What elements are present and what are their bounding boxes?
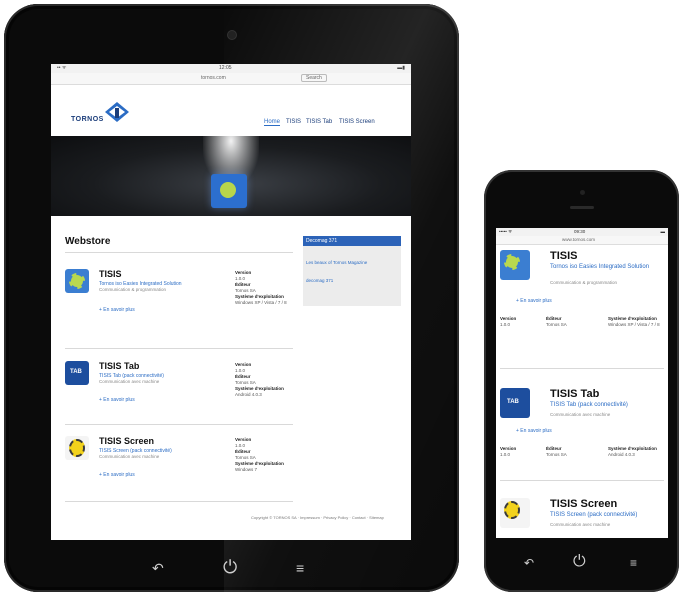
app-name[interactable]: TISIS: [99, 269, 122, 279]
divider: [65, 252, 293, 253]
app-meta-editor: Éditeur Tornos SA: [546, 446, 567, 457]
tablet-screen: •• ᯤ 12:05 ▬▮ tornos.com Search TORNOS H…: [51, 64, 411, 540]
phone-camera: [580, 190, 585, 195]
app-name[interactable]: TISIS: [550, 250, 578, 262]
url-text[interactable]: www.tornos.com: [562, 237, 595, 242]
app-meta: Version 1.0.0 Éditeur Tornos SA Système d'…: [235, 270, 287, 305]
nav-tisis-screen[interactable]: TISIS Screen: [339, 119, 375, 125]
tisis-cube-image: [211, 174, 247, 208]
search-field[interactable]: Search: [301, 74, 327, 82]
app-description: Communication avec machine: [99, 454, 160, 459]
more-info-link[interactable]: + En savoir plus: [516, 298, 552, 304]
sidebar-item[interactable]: Les beaux of Tornos Magazine: [306, 260, 367, 265]
status-signal: •• ᯤ: [57, 65, 67, 71]
logo-text: TORNOS: [71, 116, 104, 123]
more-info-link[interactable]: + En savoir plus: [99, 307, 135, 313]
app-subtitle-link[interactable]: Tornos iso Easies Integrated Solution: [550, 264, 660, 271]
app-meta-editor: Éditeur Tornos SA: [546, 316, 567, 327]
tablet-address-bar[interactable]: tornos.com Search: [51, 73, 411, 85]
tisis-app-icon[interactable]: [65, 269, 89, 293]
divider: [65, 348, 293, 349]
app-meta-version: Version 1.0.0: [500, 316, 517, 327]
app-meta: Version 1.0.0 Éditeur Tornos SA Système d'…: [235, 437, 284, 472]
menu-icon[interactable]: ≡: [296, 560, 304, 576]
more-info-link[interactable]: + En savoir plus: [99, 397, 135, 403]
phone-screen: ••••• ᯤ 09:30 ▬ www.tornos.com TISIS Tor…: [496, 228, 668, 538]
status-time: 12:05: [219, 65, 232, 71]
app-description: Communication & programmation: [99, 287, 167, 292]
power-icon[interactable]: ⏻: [573, 553, 586, 571]
app-meta-version: Version 1.0.0: [500, 446, 517, 457]
app-description: Communication & programmation: [550, 280, 618, 285]
sidebar-header[interactable]: Decomag 371: [303, 236, 401, 246]
divider: [65, 501, 293, 502]
footer-links[interactable]: Copyright © TORNOS SA · Impressum · Priv…: [251, 515, 384, 520]
sidebar-header-label[interactable]: Decomag 371: [306, 238, 337, 244]
more-info-link[interactable]: + En savoir plus: [99, 472, 135, 478]
phone-speaker: [570, 206, 594, 209]
more-info-link[interactable]: + En savoir plus: [516, 428, 552, 434]
divider: [500, 368, 664, 369]
phone-status-bar: ••••• ᯤ 09:30 ▬: [496, 228, 668, 236]
app-name[interactable]: TISIS Tab: [550, 388, 599, 400]
app-name[interactable]: TISIS Screen: [99, 436, 154, 446]
app-subtitle-link[interactable]: TISIS Screen (pack connectivité): [550, 512, 666, 519]
status-time: 09:30: [574, 229, 586, 234]
tablet-camera: [227, 30, 237, 40]
menu-icon[interactable]: ≡: [630, 556, 637, 570]
status-signal: ••••• ᯤ: [499, 229, 513, 234]
app-meta-os: Système d'exploitation Android 4.0.3: [608, 446, 657, 457]
app-description: Communication avec machine: [550, 412, 611, 417]
tab-icon-label: TAB: [507, 399, 519, 405]
url-text[interactable]: tornos.com: [201, 75, 226, 81]
tisis-app-icon[interactable]: [500, 250, 530, 280]
power-icon[interactable]: ⏻: [223, 557, 237, 578]
app-meta-os: Système d'exploitation Windows XP / Vista…: [608, 316, 660, 327]
app-name[interactable]: TISIS Tab: [99, 361, 139, 371]
phone-device: ••••• ᯤ 09:30 ▬ www.tornos.com TISIS Tor…: [484, 170, 679, 592]
tablet-device: •• ᯤ 12:05 ▬▮ tornos.com Search TORNOS H…: [4, 4, 459, 592]
battery-icon: ▬: [660, 229, 666, 234]
page-title: Webstore: [65, 236, 111, 247]
tisis-tab-app-icon[interactable]: TAB: [500, 388, 530, 418]
nav-home[interactable]: Home: [264, 119, 281, 126]
tisis-screen-app-icon[interactable]: [65, 436, 89, 460]
app-subtitle-link[interactable]: TISIS Tab (pack connectivité): [550, 402, 660, 409]
back-icon[interactable]: ↶: [152, 560, 164, 577]
tisis-screen-app-icon[interactable]: [500, 498, 530, 528]
app-description: Communication avec machine: [550, 522, 611, 527]
hero-banner: [51, 136, 411, 216]
back-icon[interactable]: ↶: [524, 556, 534, 570]
tisis-tab-app-icon[interactable]: TAB: [65, 361, 89, 385]
app-name[interactable]: TISIS Screen: [550, 498, 617, 510]
battery-icon: ▬▮: [397, 65, 405, 71]
nav-tisis-tab[interactable]: TISIS Tab: [306, 119, 332, 125]
app-meta: Version 1.0.0 Éditeur Tornos SA Système d'…: [235, 362, 284, 397]
divider: [500, 480, 664, 481]
divider: [65, 424, 293, 425]
sidebar-panel: Les beaux of Tornos Magazine decomag 371: [303, 246, 401, 306]
sidebar-item[interactable]: decomag 371: [306, 278, 333, 283]
nav-tisis[interactable]: TISIS: [286, 119, 301, 125]
gear-icon: [217, 179, 239, 201]
phone-address-bar[interactable]: www.tornos.com: [496, 236, 668, 245]
app-description: Communication avec machine: [99, 379, 160, 384]
tab-icon-label: TAB: [70, 369, 82, 375]
